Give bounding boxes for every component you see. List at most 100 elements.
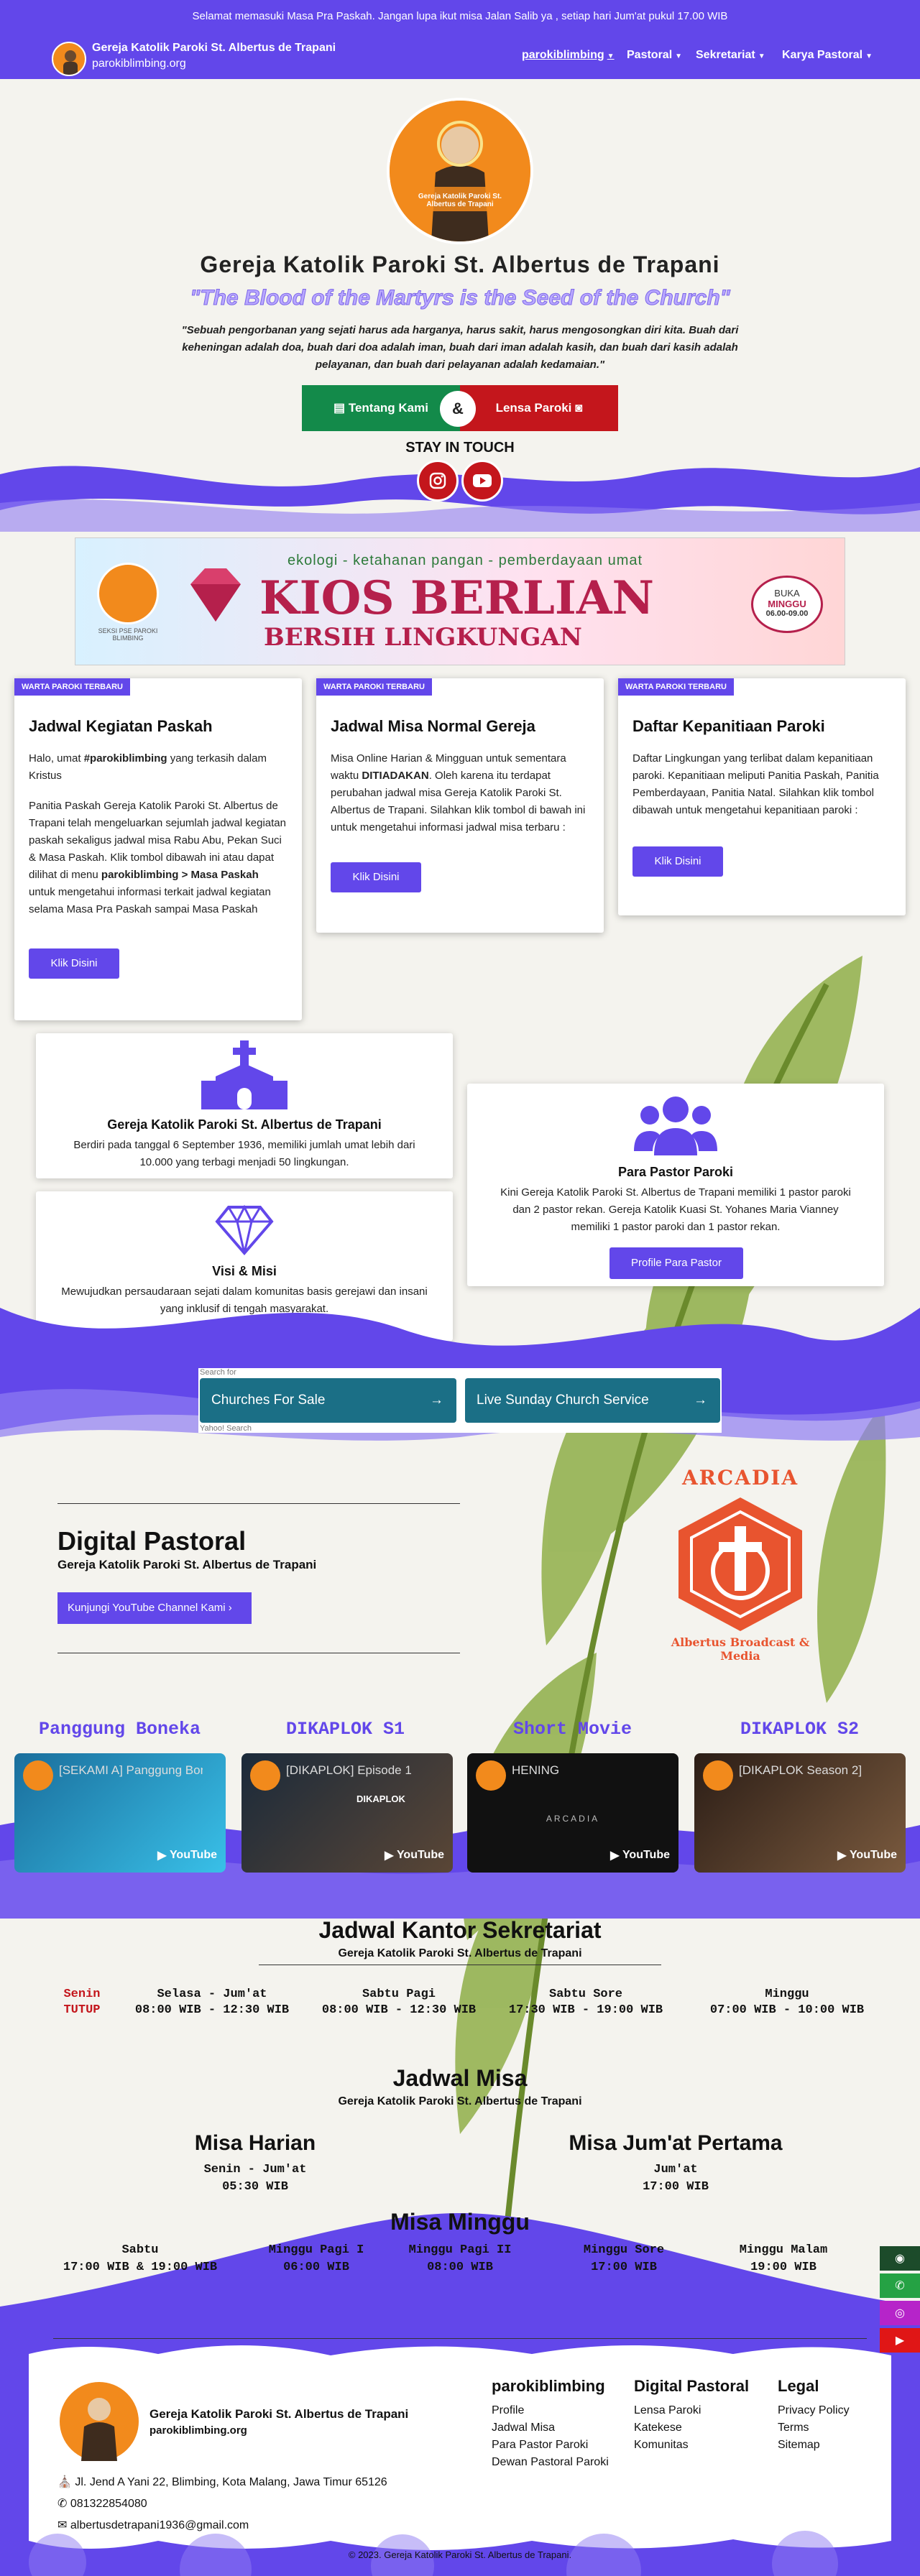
footer-link[interactable]: Privacy Policy xyxy=(778,2404,850,2417)
chevron-down-icon: ▼ xyxy=(675,52,683,60)
footer-link[interactable]: Sitemap xyxy=(778,2439,820,2452)
mass-schedule-title: Jadwal Misa xyxy=(392,2065,528,2091)
phone-icon: ✆ xyxy=(58,2498,70,2510)
address-text: Jl. Jend A Yani 22, Blimbing, Kota Malan… xyxy=(75,2476,387,2488)
footer-link[interactable]: Profile xyxy=(492,2404,524,2417)
pse-logo-caption: SEKSI PSE PAROKI BLIMBING xyxy=(98,627,158,642)
video-embed[interactable]: [DIKAPLOK Season 2] ▶ YouTube xyxy=(694,1753,906,1873)
brand-url[interactable]: parokiblimbing.org xyxy=(92,57,186,70)
video-title: [DIKAPLOK] Episode 1 xyxy=(286,1763,412,1777)
youtube-brand: YouTube xyxy=(849,1849,897,1861)
footer-link[interactable]: Komunitas xyxy=(634,2439,689,2452)
channel-avatar xyxy=(703,1760,733,1791)
feature-church: Gereja Katolik Paroki St. Albertus de Tr… xyxy=(36,1033,453,1178)
hashtag-link[interactable]: #parokiblimbing xyxy=(84,752,167,765)
email-text: albertusdetrapani1936@gmail.com xyxy=(70,2519,249,2531)
footer-link[interactable]: Para Pastor Paroki xyxy=(492,2439,588,2452)
video-embed[interactable]: HENING ARCADIA ▶ YouTube xyxy=(467,1753,678,1873)
badge-line: 06.00-09.00 xyxy=(765,609,809,618)
thumbnail-caption: DIKAPLOK xyxy=(356,1793,405,1804)
nav-parokiblimbing[interactable]: parokiblimbing ▼ xyxy=(522,49,615,62)
search-ad-box: Search for Churches For Sale → Live Sunda… xyxy=(198,1368,722,1433)
about-button-label: Tentang Kami xyxy=(348,401,428,415)
wave-divider xyxy=(0,466,920,532)
whatsapp-float-button[interactable]: ◉ xyxy=(880,2246,920,2271)
brand-name[interactable]: Gereja Katolik Paroki St. Albertus de Tr… xyxy=(92,42,336,55)
copyright: © 2023. Gereja Katolik Paroki St. Albert… xyxy=(348,2549,572,2560)
footer-link[interactable]: Jadwal Misa xyxy=(492,2422,555,2434)
daily-mass-day: Senin - Jum'at xyxy=(203,2163,307,2176)
youtube-logo: ▶ YouTube xyxy=(385,1848,444,1862)
youtube-float-button[interactable]: ▶ xyxy=(880,2328,920,2353)
card-body: Misa Online Harian & Mingguan untuk seme… xyxy=(331,750,589,836)
news-card-paskah: WARTA PAROKI TERBARU Jadwal Kegiatan Pas… xyxy=(14,678,302,1020)
kios-berlian-banner[interactable]: SEKSI PSE PAROKI BLIMBING ekologi - keta… xyxy=(75,537,845,665)
closed-status: TUTUP xyxy=(63,2003,101,2017)
announcement-bar: Selamat memasuki Masa Pra Paskah. Jangan… xyxy=(0,0,920,33)
badge-line: BUKA xyxy=(774,588,800,599)
nav-label: Karya Pastoral xyxy=(782,49,863,61)
lensa-button-label: Lensa Paroki xyxy=(495,401,572,415)
card-button[interactable]: Klik Disini xyxy=(632,846,723,877)
nav-pastoral[interactable]: Pastoral ▼ xyxy=(627,49,682,62)
footer-phone[interactable]: ✆ 081322854080 xyxy=(58,2496,147,2511)
whatsapp-icon: ◉ xyxy=(895,2253,905,2265)
ampersand-divider: & xyxy=(440,391,476,427)
card-text: Halo, umat xyxy=(29,752,84,765)
ad-link-churches[interactable]: Churches For Sale → xyxy=(200,1378,456,1423)
church-icon xyxy=(201,1040,288,1109)
footer-col-title: parokiblimbing xyxy=(492,2377,605,2395)
friday-mass-time: 17:00 WIB xyxy=(643,2180,709,2194)
closed-day: Senin xyxy=(63,1988,101,2001)
card-button[interactable]: Klik Disini xyxy=(331,862,421,892)
video-title: [DIKAPLOK Season 2] xyxy=(739,1763,862,1777)
phone-float-button[interactable]: ✆ xyxy=(880,2273,920,2298)
card-emphasis: DITIADAKAN xyxy=(362,770,429,782)
footer-link[interactable]: Lensa Paroki xyxy=(634,2404,701,2417)
youtube-logo: ▶ YouTube xyxy=(157,1848,217,1862)
news-card-kepanitiaan: WARTA PAROKI TERBARU Daftar Kepanitiaan … xyxy=(618,678,906,915)
office-time: 08:00 WIB - 12:30 WIB xyxy=(321,2003,477,2017)
youtube-channel-button[interactable]: Kunjungi YouTube Channel Kami › xyxy=(58,1592,252,1624)
mass-schedule-subtitle: Gereja Katolik Paroki St. Albertus de Tr… xyxy=(338,2095,582,2108)
brand-logo[interactable] xyxy=(52,42,86,76)
phone-icon: ✆ xyxy=(895,2280,905,2292)
footer-logo[interactable] xyxy=(58,2380,141,2463)
lensa-paroki-button[interactable]: Lensa Paroki ◙ xyxy=(460,385,618,431)
friday-mass-day: Jum'at xyxy=(653,2163,698,2176)
sunday-mass-time: 17:00 WIB xyxy=(591,2261,657,2274)
hero-motto: "The Blood of the Martyrs is the Seed of… xyxy=(190,286,731,310)
channel-avatar xyxy=(23,1760,53,1791)
nav-karya-pastoral[interactable]: Karya Pastoral ▼ xyxy=(782,49,873,62)
nav-sekretariat[interactable]: Sekretariat ▼ xyxy=(696,49,765,62)
footer-link[interactable]: Katekese xyxy=(634,2422,682,2434)
footer-link[interactable]: Terms xyxy=(778,2422,809,2434)
opening-badge: BUKA MINGGU 06.00-09.00 xyxy=(751,576,823,633)
youtube-button[interactable] xyxy=(461,460,503,502)
digital-pastoral-title: Digital Pastoral xyxy=(58,1526,247,1556)
footer-email[interactable]: ✉ albertusdetrapani1936@gmail.com xyxy=(58,2518,249,2532)
video-embed[interactable]: [SEKAMI A] Panggung Boneka ▶ YouTube xyxy=(14,1753,226,1873)
youtube-brand: YouTube xyxy=(396,1849,444,1861)
youtube-brand: YouTube xyxy=(622,1849,670,1861)
nav-label: Pastoral xyxy=(627,49,673,61)
youtube-logo: ▶ YouTube xyxy=(837,1848,897,1862)
video-embed[interactable]: [DIKAPLOK] Episode 1 DIKAPLOK ▶ YouTube xyxy=(242,1753,453,1873)
card-text: untuk mengetahui informasi terkait jadwa… xyxy=(29,886,271,915)
sunday-mass-title: Misa Minggu xyxy=(390,2209,530,2235)
card-button[interactable]: Klik Disini xyxy=(29,948,119,979)
footer-link[interactable]: Dewan Pastoral Paroki xyxy=(492,2456,609,2469)
office-day: Sabtu Pagi xyxy=(362,1988,436,2001)
digital-pastoral-subtitle: Gereja Katolik Paroki St. Albertus de Tr… xyxy=(58,1558,317,1571)
instagram-button[interactable] xyxy=(417,460,459,502)
sunday-mass-time: 08:00 WIB xyxy=(427,2261,493,2274)
footer-brand-name: Gereja Katolik Paroki St. Albertus de Tr… xyxy=(150,2407,409,2421)
about-button[interactable]: ▤ Tentang Kami xyxy=(302,385,460,431)
ad-search-label: Search for xyxy=(200,1368,236,1377)
video-label: DIKAPLOK S1 xyxy=(286,1719,405,1740)
ad-link-live-service[interactable]: Live Sunday Church Service → xyxy=(465,1378,720,1423)
instagram-float-button[interactable]: ◎ xyxy=(880,2301,920,2325)
diamond-icon xyxy=(190,568,241,622)
church-logo-caption: Gereja Katolik Paroki St. Albertus de Tr… xyxy=(418,193,502,208)
church-logo xyxy=(387,98,533,244)
